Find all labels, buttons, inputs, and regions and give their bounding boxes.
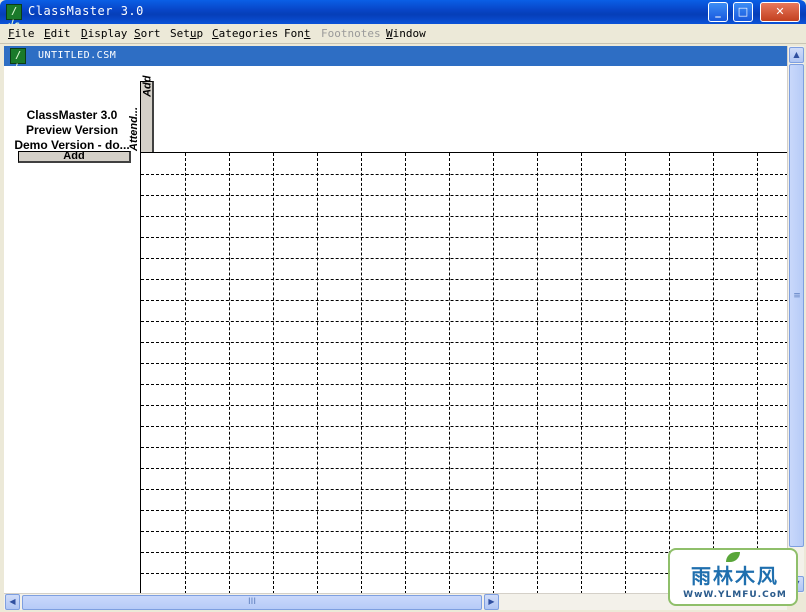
- grid-row-line: [141, 258, 788, 259]
- grid-row-line: [141, 363, 788, 364]
- grid-row-line: [141, 447, 788, 448]
- menu-edit[interactable]: Edit: [44, 27, 71, 40]
- grid-column-line: [757, 153, 758, 594]
- watermark-url-text: WwW.YLMFU.CoM: [683, 590, 787, 600]
- menu-bar: File Edit Display Sort Setup Categories …: [0, 24, 806, 44]
- grid-row-line: [141, 300, 788, 301]
- watermark-main-text: 雨林木风: [691, 564, 779, 588]
- grid-column-line: [493, 153, 494, 594]
- menu-footnotes[interactable]: Footnotes: [321, 27, 381, 40]
- grid-column-line: [537, 153, 538, 594]
- grid-column-line: [273, 153, 274, 594]
- window-title-bar[interactable]: /√c ClassMaster 3.0 _ □ ✕: [0, 0, 806, 31]
- window-title: ClassMaster 3.0: [28, 4, 144, 18]
- grid-row-line: [141, 279, 788, 280]
- maximize-button[interactable]: □: [733, 2, 753, 22]
- grid-row-line: [141, 531, 788, 532]
- grid-row-line: [141, 321, 788, 322]
- grid-column-line: [361, 153, 362, 594]
- add-student-button[interactable]: Add: [18, 151, 131, 163]
- grid-column-line: [317, 153, 318, 594]
- grid-row-line: [141, 426, 788, 427]
- grid-column-line: [229, 153, 230, 594]
- info-line-1: ClassMaster 3.0: [26, 108, 118, 122]
- close-button[interactable]: ✕: [760, 2, 800, 22]
- site-watermark: 雨林木风 WwW.YLMFU.CoM: [668, 548, 798, 606]
- add-column-button[interactable]: Add: [140, 76, 154, 153]
- menu-setup[interactable]: Setup: [170, 27, 203, 40]
- grid-row-line: [141, 468, 788, 469]
- grid-row-line: [141, 405, 788, 406]
- grid-row-line: [141, 342, 788, 343]
- grid-row-line: [141, 489, 788, 490]
- horizontal-grip-icon: III: [248, 597, 256, 607]
- document-title-bar[interactable]: /√c UNTITLED.CSM: [4, 46, 787, 75]
- grid-column-line: [669, 153, 670, 594]
- gradebook-view: ClassMaster 3.0 Preview Version Demo Ver…: [4, 66, 788, 594]
- grid-row-line: [141, 174, 788, 175]
- scroll-left-button[interactable]: ◀: [5, 594, 20, 610]
- score-grid[interactable]: [140, 152, 788, 594]
- scroll-up-button[interactable]: ▲: [789, 47, 804, 63]
- info-line-2: Preview Version: [25, 123, 119, 137]
- menu-sort[interactable]: Sort: [134, 27, 161, 40]
- horizontal-scroll-thumb[interactable]: III: [22, 595, 482, 610]
- grid-row-line: [141, 384, 788, 385]
- add-column-label: Add: [141, 75, 154, 97]
- menu-display[interactable]: Display: [81, 27, 127, 40]
- grid-column-line: [581, 153, 582, 594]
- menu-window[interactable]: Window: [386, 27, 426, 40]
- minimize-button[interactable]: _: [708, 2, 728, 22]
- grid-column-line: [713, 153, 714, 594]
- menu-categories[interactable]: Categories: [212, 27, 278, 40]
- scroll-right-button[interactable]: ▶: [484, 594, 499, 610]
- grid-column-line: [449, 153, 450, 594]
- grid-column-line: [625, 153, 626, 594]
- document-title: UNTITLED.CSM: [38, 50, 117, 61]
- menu-font[interactable]: Font: [284, 27, 311, 40]
- document-icon[interactable]: /√c: [10, 48, 26, 75]
- grid-row-line: [141, 216, 788, 217]
- vertical-scrollbar[interactable]: ▲ ≡ ▼: [787, 46, 804, 593]
- grid-row-line: [141, 510, 788, 511]
- grid-column-line: [405, 153, 406, 594]
- grid-row-line: [141, 195, 788, 196]
- grid-column-line: [185, 153, 186, 594]
- classmaster-app-icon[interactable]: /√c: [6, 4, 22, 31]
- menu-file[interactable]: File: [8, 27, 35, 40]
- vertical-grip-icon: ≡: [793, 291, 801, 301]
- grid-row-line: [141, 237, 788, 238]
- vertical-scroll-thumb[interactable]: ≡: [789, 64, 804, 547]
